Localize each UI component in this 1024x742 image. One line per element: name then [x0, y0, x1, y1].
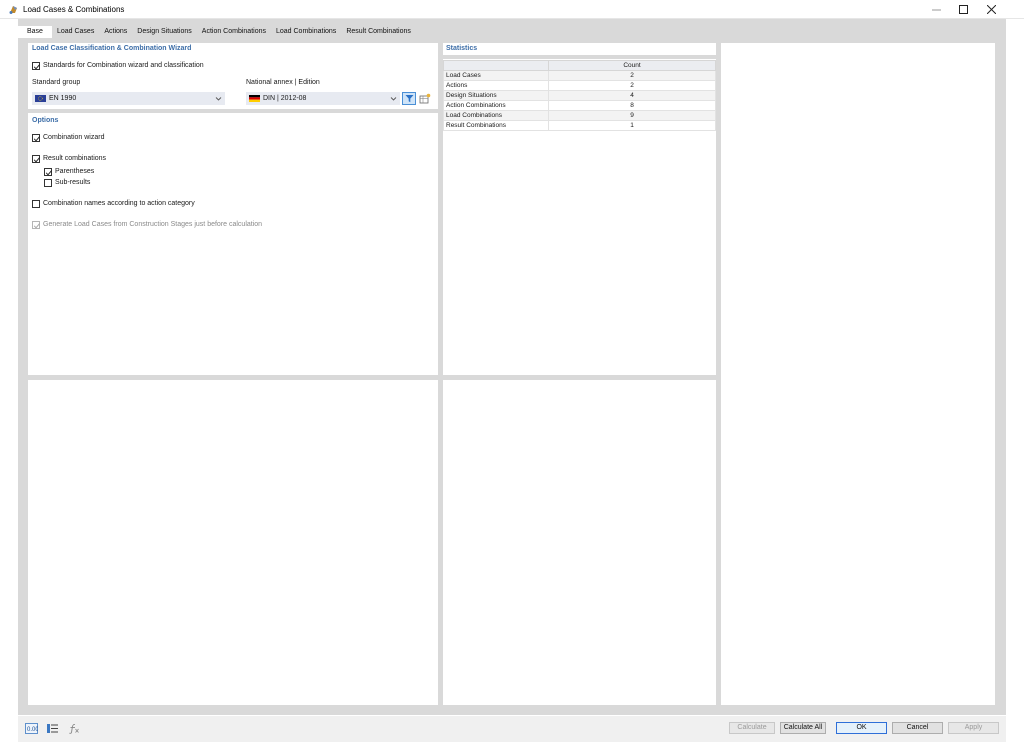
stat-name: Action Combinations — [443, 100, 549, 111]
generate-load-cases-checkbox — [32, 221, 40, 229]
wizard-section-title: Load Case Classification & Combination W… — [32, 45, 192, 52]
statistics-header-empty — [443, 60, 549, 71]
section-separator — [28, 109, 438, 113]
result-combinations-checkbox[interactable] — [32, 155, 40, 163]
tab-load-combinations[interactable]: Load Combinations — [271, 26, 341, 38]
filter-button[interactable] — [402, 92, 416, 105]
annex-settings-button[interactable] — [418, 92, 432, 105]
apply-button: Apply — [948, 722, 999, 734]
standard-group-select[interactable]: EN 1990 — [32, 92, 225, 105]
stat-name: Actions — [443, 80, 549, 91]
sub-results-checkbox[interactable] — [44, 179, 52, 187]
stat-count: 2 — [548, 70, 716, 81]
stat-count: 9 — [548, 110, 716, 121]
statistics-separator — [443, 55, 716, 59]
check-icon — [33, 64, 40, 70]
formula-icon — [68, 723, 79, 734]
preview-panel — [721, 43, 995, 705]
stat-count: 4 — [548, 90, 716, 101]
table-row[interactable]: Load Combinations 9 — [443, 110, 716, 121]
base-settings-panel: Load Case Classification & Combination W… — [28, 43, 438, 375]
formula-button[interactable] — [66, 722, 80, 734]
count-column-header: Count — [548, 60, 716, 71]
combination-wizard-label: Combination wizard — [43, 134, 105, 141]
generate-load-cases-label: Generate Load Cases from Construction St… — [43, 221, 263, 228]
table-row[interactable]: Action Combinations 8 — [443, 100, 716, 111]
filter-icon — [405, 95, 413, 103]
settings-table-icon — [46, 723, 58, 733]
national-annex-select[interactable]: DIN | 2012-08 — [246, 92, 400, 105]
close-icon — [986, 5, 996, 14]
check-icon — [33, 136, 40, 142]
table-row[interactable]: Result Combinations 1 — [443, 120, 716, 131]
stat-name: Load Cases — [443, 70, 549, 81]
units-button[interactable]: 0.00 — [24, 722, 38, 734]
stat-name: Design Situations — [443, 90, 549, 101]
stat-count: 2 — [548, 80, 716, 91]
calculate-all-button[interactable]: Calculate All — [780, 722, 826, 734]
ok-button[interactable]: OK — [836, 722, 887, 734]
table-row[interactable]: Design Situations 4 — [443, 90, 716, 101]
stat-name: Result Combinations — [443, 120, 549, 131]
svg-text:0.00: 0.00 — [27, 727, 38, 733]
check-icon — [33, 223, 40, 229]
table-settings-button[interactable] — [45, 722, 59, 734]
stat-name: Load Combinations — [443, 110, 549, 121]
statistics-panel: Statistics Count Load Cases 2 Actions 2 … — [443, 43, 716, 375]
minimize-button[interactable] — [922, 0, 950, 19]
app-icon — [8, 4, 19, 15]
germany-flag-icon — [249, 95, 260, 102]
stat-count: 8 — [548, 100, 716, 111]
result-combinations-label: Result combinations — [43, 155, 107, 162]
tab-base[interactable]: Base — [18, 26, 52, 38]
standard-group-label: Standard group — [32, 79, 81, 86]
combination-wizard-checkbox[interactable] — [32, 134, 40, 142]
tab-result-combinations[interactable]: Result Combinations — [341, 26, 416, 38]
check-icon — [33, 157, 40, 163]
annex-settings-icon — [419, 93, 431, 104]
standards-checkbox[interactable] — [32, 62, 40, 70]
tab-strip: Base Load Cases Actions Design Situation… — [18, 26, 416, 38]
statistics-section-title: Statistics — [446, 45, 478, 52]
minimize-icon — [931, 9, 941, 11]
sub-results-label: Sub-results — [55, 179, 91, 186]
lower-middle-panel — [443, 380, 716, 705]
calculate-button: Calculate — [729, 722, 775, 734]
tab-design-situations[interactable]: Design Situations — [132, 26, 196, 38]
tab-load-cases[interactable]: Load Cases — [52, 26, 99, 38]
window-title: Load Cases & Combinations — [23, 5, 125, 14]
standards-label: Standards for Combination wizard and cla… — [43, 62, 204, 69]
national-annex-value: DIN | 2012-08 — [263, 95, 307, 102]
close-button[interactable] — [977, 0, 1005, 19]
tab-action-combinations[interactable]: Action Combinations — [197, 26, 271, 38]
standard-group-value: EN 1990 — [49, 95, 77, 102]
maximize-icon — [958, 5, 968, 14]
table-row[interactable]: Load Cases 2 — [443, 70, 716, 81]
tab-actions[interactable]: Actions — [99, 26, 132, 38]
check-icon — [45, 170, 52, 176]
units-icon: 0.00 — [24, 722, 38, 734]
parentheses-checkbox[interactable] — [44, 168, 52, 176]
combination-names-checkbox[interactable] — [32, 200, 40, 208]
maximize-button[interactable] — [949, 0, 977, 19]
cancel-button[interactable]: Cancel — [892, 722, 943, 734]
stat-count: 1 — [548, 120, 716, 131]
title-bar: Load Cases & Combinations — [0, 0, 1024, 19]
national-annex-label: National annex | Edition — [246, 79, 320, 86]
combination-names-label: Combination names according to action ca… — [43, 200, 195, 207]
eu-flag-icon — [35, 95, 46, 102]
lower-left-panel — [28, 380, 438, 705]
chevron-down-icon — [215, 97, 222, 101]
chevron-down-icon — [390, 97, 397, 101]
table-row[interactable]: Actions 2 — [443, 80, 716, 91]
parentheses-label: Parentheses — [55, 168, 95, 175]
options-section-title: Options — [32, 117, 59, 124]
statistics-table: Count Load Cases 2 Actions 2 Design Situ… — [443, 60, 716, 131]
